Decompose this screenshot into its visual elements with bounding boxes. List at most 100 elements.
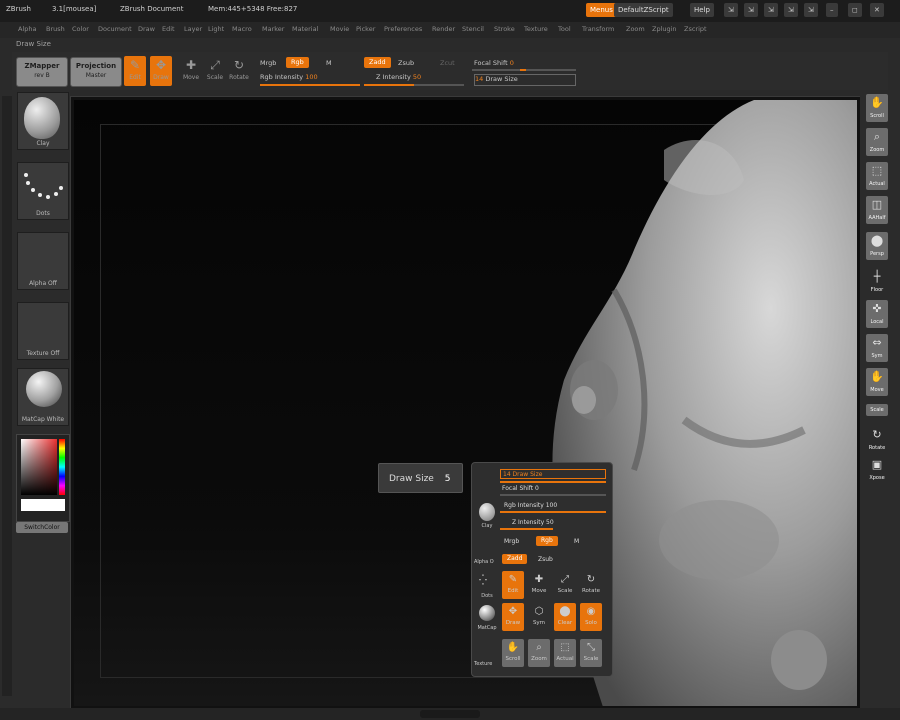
aahalf-button[interactable]: ◫ AAHalf	[866, 196, 888, 224]
scale-mode-button[interactable]: ⤢ Scale	[204, 56, 226, 86]
zcut-toggle[interactable]: Zcut	[440, 59, 455, 67]
z-intensity-slider[interactable]: Z Intensity 50	[376, 73, 421, 81]
menu-preferences[interactable]: Preferences	[384, 25, 422, 33]
popup-actual-button[interactable]: ⬚ Actual	[554, 639, 576, 667]
popup-z-intensity-slider[interactable]: Z Intensity 50	[512, 519, 554, 526]
menu-stroke[interactable]: Stroke	[494, 25, 515, 33]
popup-zsub-toggle[interactable]: Zsub	[538, 556, 553, 563]
popup-draw-button[interactable]: ✥ Draw	[502, 603, 524, 631]
popup-stroke-thumb[interactable]: ⁛ Dots	[476, 571, 498, 601]
popup-move-button[interactable]: ✚ Move	[528, 571, 550, 599]
popup-sym-button[interactable]: ⬡ Sym	[528, 603, 550, 631]
menu-texture[interactable]: Texture	[524, 25, 548, 33]
popup-scale-view-button[interactable]: ⤡ Scale	[580, 639, 602, 667]
rgb-toggle[interactable]: Rgb	[286, 57, 309, 68]
menu-zscript[interactable]: Zscript	[684, 25, 707, 33]
rotate-mode-button[interactable]: ↻ Rotate	[228, 56, 250, 86]
popup-draw-size-slider[interactable]: 14 Draw Size	[500, 469, 606, 479]
menu-material[interactable]: Material	[292, 25, 318, 33]
draw-size-slider[interactable]: 14 Draw Size	[474, 74, 576, 86]
projection-master-button[interactable]: Projection Master	[70, 57, 122, 87]
popup-rotate-button[interactable]: ↻ Rotate	[580, 571, 602, 599]
popup-scale-button[interactable]: ⤢ Scale	[554, 571, 576, 599]
menu-color[interactable]: Color	[72, 25, 89, 33]
menu-transform[interactable]: Transform	[582, 25, 614, 33]
move-view-button[interactable]: ✋ Move	[866, 368, 888, 396]
popup-rgb-intensity-slider[interactable]: Rgb Intensity 100	[504, 502, 557, 509]
popup-clear-button[interactable]: ⬤ Clear	[554, 603, 576, 631]
help-button[interactable]: Help	[690, 3, 714, 17]
zadd-toggle[interactable]: Zadd	[364, 57, 391, 68]
draw-mode-button[interactable]: ✥ Draw	[150, 56, 172, 86]
menu-document[interactable]: Document	[98, 25, 132, 33]
move-mode-button[interactable]: ✚ Move	[180, 56, 202, 86]
popup-zoom-button[interactable]: ⌕ Zoom	[528, 639, 550, 667]
zmapper-button[interactable]: ZMapper rev B	[16, 57, 68, 87]
popup-alpha-label[interactable]: Alpha O	[474, 559, 494, 565]
menu-picker[interactable]: Picker	[356, 25, 375, 33]
menus-button[interactable]: Menus	[586, 3, 617, 17]
zoom-button[interactable]: ⌕ Zoom	[866, 128, 888, 156]
popup-scroll-button[interactable]: ✋ Scroll	[502, 639, 524, 667]
sym-button[interactable]: ⇔ Sym	[866, 334, 888, 362]
texture-selector[interactable]: Texture Off	[17, 302, 69, 360]
menu-zplugin[interactable]: Zplugin	[652, 25, 677, 33]
menu-alpha[interactable]: Alpha	[18, 25, 36, 33]
popup-mrgb-toggle[interactable]: Mrgb	[504, 538, 519, 545]
menu-macro[interactable]: Macro	[232, 25, 252, 33]
scale-view-button[interactable]: Scale	[866, 404, 888, 416]
menu-stencil[interactable]: Stencil	[462, 25, 484, 33]
menu-brush[interactable]: Brush	[46, 25, 65, 33]
material-selector[interactable]: MatCap White	[17, 368, 69, 426]
persp-button[interactable]: ⬤ Persp	[866, 232, 888, 260]
popup-m-toggle[interactable]: M	[574, 538, 579, 545]
main-color-swatch[interactable]	[21, 499, 65, 511]
popup-edit-button[interactable]: ✎ Edit	[502, 571, 524, 599]
menu-movie[interactable]: Movie	[330, 25, 349, 33]
popup-material-thumb[interactable]: MatCap	[476, 603, 498, 633]
layout-icon-3[interactable]: ⇲	[764, 3, 778, 17]
stroke-selector[interactable]: Dots	[17, 162, 69, 220]
rotate-view-button[interactable]: ↻ Rotate	[866, 426, 888, 454]
menu-draw[interactable]: Draw	[138, 25, 155, 33]
brush-selector[interactable]: Clay	[17, 92, 69, 150]
floor-button[interactable]: ┼ Floor	[866, 268, 888, 296]
focal-shift-slider[interactable]: Focal Shift 0	[474, 59, 514, 67]
popup-zadd-toggle[interactable]: Zadd	[502, 554, 528, 564]
edit-mode-button[interactable]: ✎ Edit	[124, 56, 146, 86]
left-tray-handle[interactable]	[2, 96, 12, 696]
menu-layer[interactable]: Layer	[184, 25, 202, 33]
switch-color-button[interactable]: SwitchColor	[16, 522, 68, 533]
maximize-icon[interactable]: ◻	[848, 3, 862, 17]
menu-marker[interactable]: Marker	[262, 25, 284, 33]
actual-button[interactable]: ⬚ Actual	[866, 162, 888, 190]
menu-edit[interactable]: Edit	[162, 25, 175, 33]
popup-focal-shift-slider[interactable]: Focal Shift 0	[502, 485, 539, 492]
menu-zoom[interactable]: Zoom	[626, 25, 645, 33]
layout-icon-5[interactable]: ⇲	[804, 3, 818, 17]
default-zscript-button[interactable]: DefaultZScript	[614, 3, 673, 17]
menu-light[interactable]: Light	[208, 25, 224, 33]
zsub-toggle[interactable]: Zsub	[398, 59, 414, 67]
m-toggle[interactable]: M	[326, 59, 332, 67]
minimize-icon[interactable]: –	[826, 3, 838, 17]
menu-render[interactable]: Render	[432, 25, 455, 33]
close-icon[interactable]: ✕	[870, 3, 884, 17]
scroll-button[interactable]: ✋ Scroll	[866, 94, 888, 122]
color-field[interactable]	[21, 439, 57, 495]
color-picker[interactable]	[16, 434, 70, 522]
layout-icon-1[interactable]: ⇲	[724, 3, 738, 17]
layout-icon-4[interactable]: ⇲	[784, 3, 798, 17]
menu-tool[interactable]: Tool	[558, 25, 571, 33]
rgb-intensity-slider[interactable]: Rgb Intensity 100	[260, 73, 318, 81]
document-canvas[interactable]	[74, 100, 857, 706]
bottom-tray-handle[interactable]	[420, 710, 480, 718]
popup-texture-label[interactable]: Texture	[474, 661, 492, 667]
popup-rgb-toggle[interactable]: Rgb	[536, 536, 558, 546]
local-button[interactable]: ✜ Local	[866, 300, 888, 328]
hue-strip[interactable]	[59, 439, 65, 495]
alpha-selector[interactable]: Alpha Off	[17, 232, 69, 290]
mrgb-toggle[interactable]: Mrgb	[260, 59, 276, 67]
xpose-button[interactable]: ▣ Xpose	[866, 456, 888, 484]
popup-solo-button[interactable]: ◉ Solo	[580, 603, 602, 631]
